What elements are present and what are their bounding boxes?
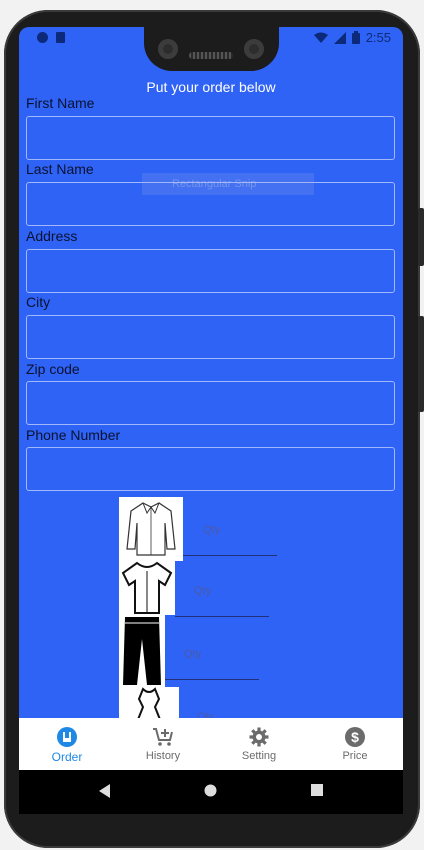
tab-history-label: History (145, 750, 181, 762)
address-input[interactable] (26, 249, 395, 293)
city-input[interactable] (26, 315, 395, 359)
signal-icon (333, 31, 346, 44)
front-camera-left (158, 39, 178, 59)
phone-number-input[interactable] (26, 447, 395, 491)
gear-icon (249, 727, 269, 747)
back-icon[interactable] (99, 784, 111, 798)
front-camera-right (244, 39, 264, 59)
blouse-icon (121, 561, 173, 614)
tab-order[interactable]: Order (19, 718, 115, 770)
bottom-navigation: Order History Setting $ Price (19, 718, 403, 770)
system-navigation-bar (19, 770, 403, 814)
shirt-qty-label: Qty (203, 524, 221, 536)
pants-qty-label: Qty (184, 648, 202, 660)
pants-icon (123, 617, 161, 685)
battery-icon (351, 31, 360, 44)
app-screen: 2:55 Put your order below First Name Las… (19, 27, 403, 814)
pants-image (119, 615, 165, 687)
snip-overlay: Rectangular Snip (142, 173, 314, 195)
city-label: City (26, 294, 51, 310)
tab-price-label: Price (342, 750, 368, 762)
notification-icon (37, 32, 48, 43)
shirt-qty-input[interactable] (183, 555, 277, 556)
last-name-label: Last Name (26, 161, 94, 177)
wifi-icon (313, 32, 328, 43)
power-button (418, 208, 424, 266)
shirt-icon (126, 502, 176, 556)
tab-setting-label: Setting (241, 750, 277, 762)
dollar-icon: $ (345, 727, 365, 747)
pants-qty-input[interactable] (165, 679, 259, 680)
tab-order-label: Order (51, 750, 83, 764)
earpiece-speaker (189, 52, 233, 59)
zip-code-input[interactable] (26, 381, 395, 425)
volume-button (418, 316, 424, 412)
order-icon (57, 727, 77, 747)
svg-text:$: $ (351, 729, 359, 745)
address-label: Address (26, 228, 78, 244)
first-name-input[interactable] (26, 116, 395, 160)
tab-setting[interactable]: Setting (211, 718, 307, 770)
tab-price[interactable]: $ Price (307, 718, 403, 770)
recents-icon[interactable] (311, 784, 323, 796)
shirt-image (119, 497, 183, 561)
blouse-image (119, 559, 175, 615)
cart-add-icon (153, 728, 173, 746)
blouse-qty-label: Qty (194, 585, 212, 597)
page-title: Put your order below (146, 79, 276, 95)
status-time: 2:55 (365, 30, 391, 45)
first-name-label: First Name (26, 95, 95, 111)
phone-number-label: Phone Number (26, 427, 121, 443)
home-icon[interactable] (204, 784, 217, 797)
blouse-qty-input[interactable] (175, 616, 269, 617)
sim-card-icon (56, 32, 65, 43)
tab-history[interactable]: History (115, 718, 211, 770)
zip-code-label: Zip code (26, 361, 80, 377)
camera-notch (144, 27, 279, 71)
